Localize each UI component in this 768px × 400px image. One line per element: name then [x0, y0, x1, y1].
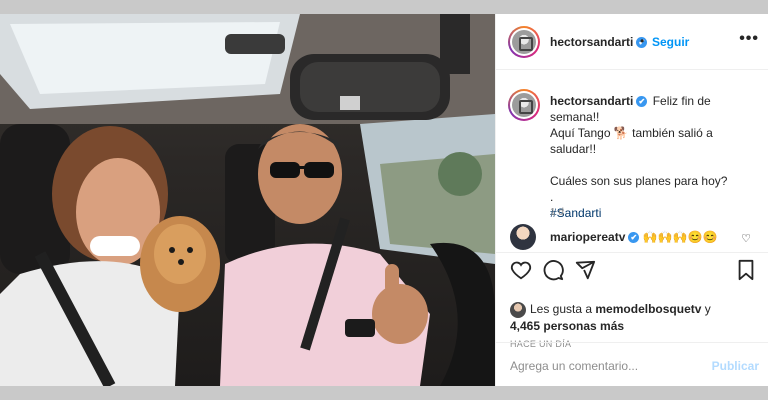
post-caption: hectorsandarti ✔ Feliz fin de semana!! Aq… — [496, 71, 768, 229]
caption-author-avatar[interactable] — [508, 89, 540, 121]
author-username-link[interactable]: hectorsandarti ✔ — [550, 35, 648, 49]
comment-body: mariopereatv ✔ 🙌🙌🙌😊😊 — [550, 230, 717, 244]
comment-input[interactable]: Agrega un comentario... — [510, 359, 638, 373]
likes-count-link[interactable]: 4,465 personas más — [510, 319, 624, 333]
more-options-icon[interactable]: ••• — [739, 30, 759, 48]
caption-line-3: Cuáles son sus planes para hoy? — [550, 174, 728, 188]
comment-composer: Agrega un comentario... Publicar — [496, 342, 768, 386]
caption-text: hectorsandarti ✔ Feliz fin de semana!! Aq… — [550, 93, 762, 221]
caption-line-2: Aquí Tango 🐕 también salió a saludar!! — [550, 126, 713, 156]
post-side-panel: hectorsandarti ✔ • Seguir ••• hectorsanda… — [495, 14, 768, 386]
heart-icon[interactable] — [510, 259, 532, 281]
commenter-verified-badge-icon: ✔ — [628, 232, 640, 244]
follow-button[interactable]: Seguir — [652, 35, 689, 49]
caption-timestamp[interactable]: 1 d — [550, 207, 564, 218]
author-username[interactable]: hectorsandarti — [550, 35, 633, 49]
action-bar: Les gusta a memodelbosquetv y 4,465 pers… — [496, 252, 768, 350]
caption-line-4: . — [550, 190, 554, 204]
comment-like-heart-icon[interactable]: ♡ — [741, 232, 751, 245]
post-photo — [0, 14, 495, 386]
comment-row: mariopereatv ✔ 🙌🙌🙌😊😊 ♡ — [496, 224, 768, 250]
commenter-username[interactable]: mariopereatv ✔ — [550, 230, 640, 244]
bookmark-icon[interactable] — [735, 259, 757, 281]
liker-avatar[interactable] — [510, 301, 526, 318]
publish-button[interactable]: Publicar — [712, 359, 759, 373]
caption-verified-badge-icon: ✔ — [636, 96, 648, 108]
liker-username[interactable]: memodelbosquetv — [595, 302, 701, 316]
header-separator: • — [640, 34, 645, 48]
comment-icon[interactable] — [542, 259, 564, 281]
author-avatar[interactable] — [508, 26, 540, 58]
post-header: hectorsandarti ✔ • Seguir ••• — [496, 14, 768, 70]
car-selfie-illustration — [0, 14, 495, 386]
likes-summary: Les gusta a memodelbosquetv y 4,465 pers… — [510, 301, 711, 333]
caption-username[interactable]: hectorsandarti ✔ — [550, 94, 648, 108]
share-icon[interactable] — [574, 259, 596, 281]
comment-text: 🙌🙌🙌😊😊 — [642, 230, 718, 244]
commenter-avatar[interactable] — [510, 224, 536, 250]
